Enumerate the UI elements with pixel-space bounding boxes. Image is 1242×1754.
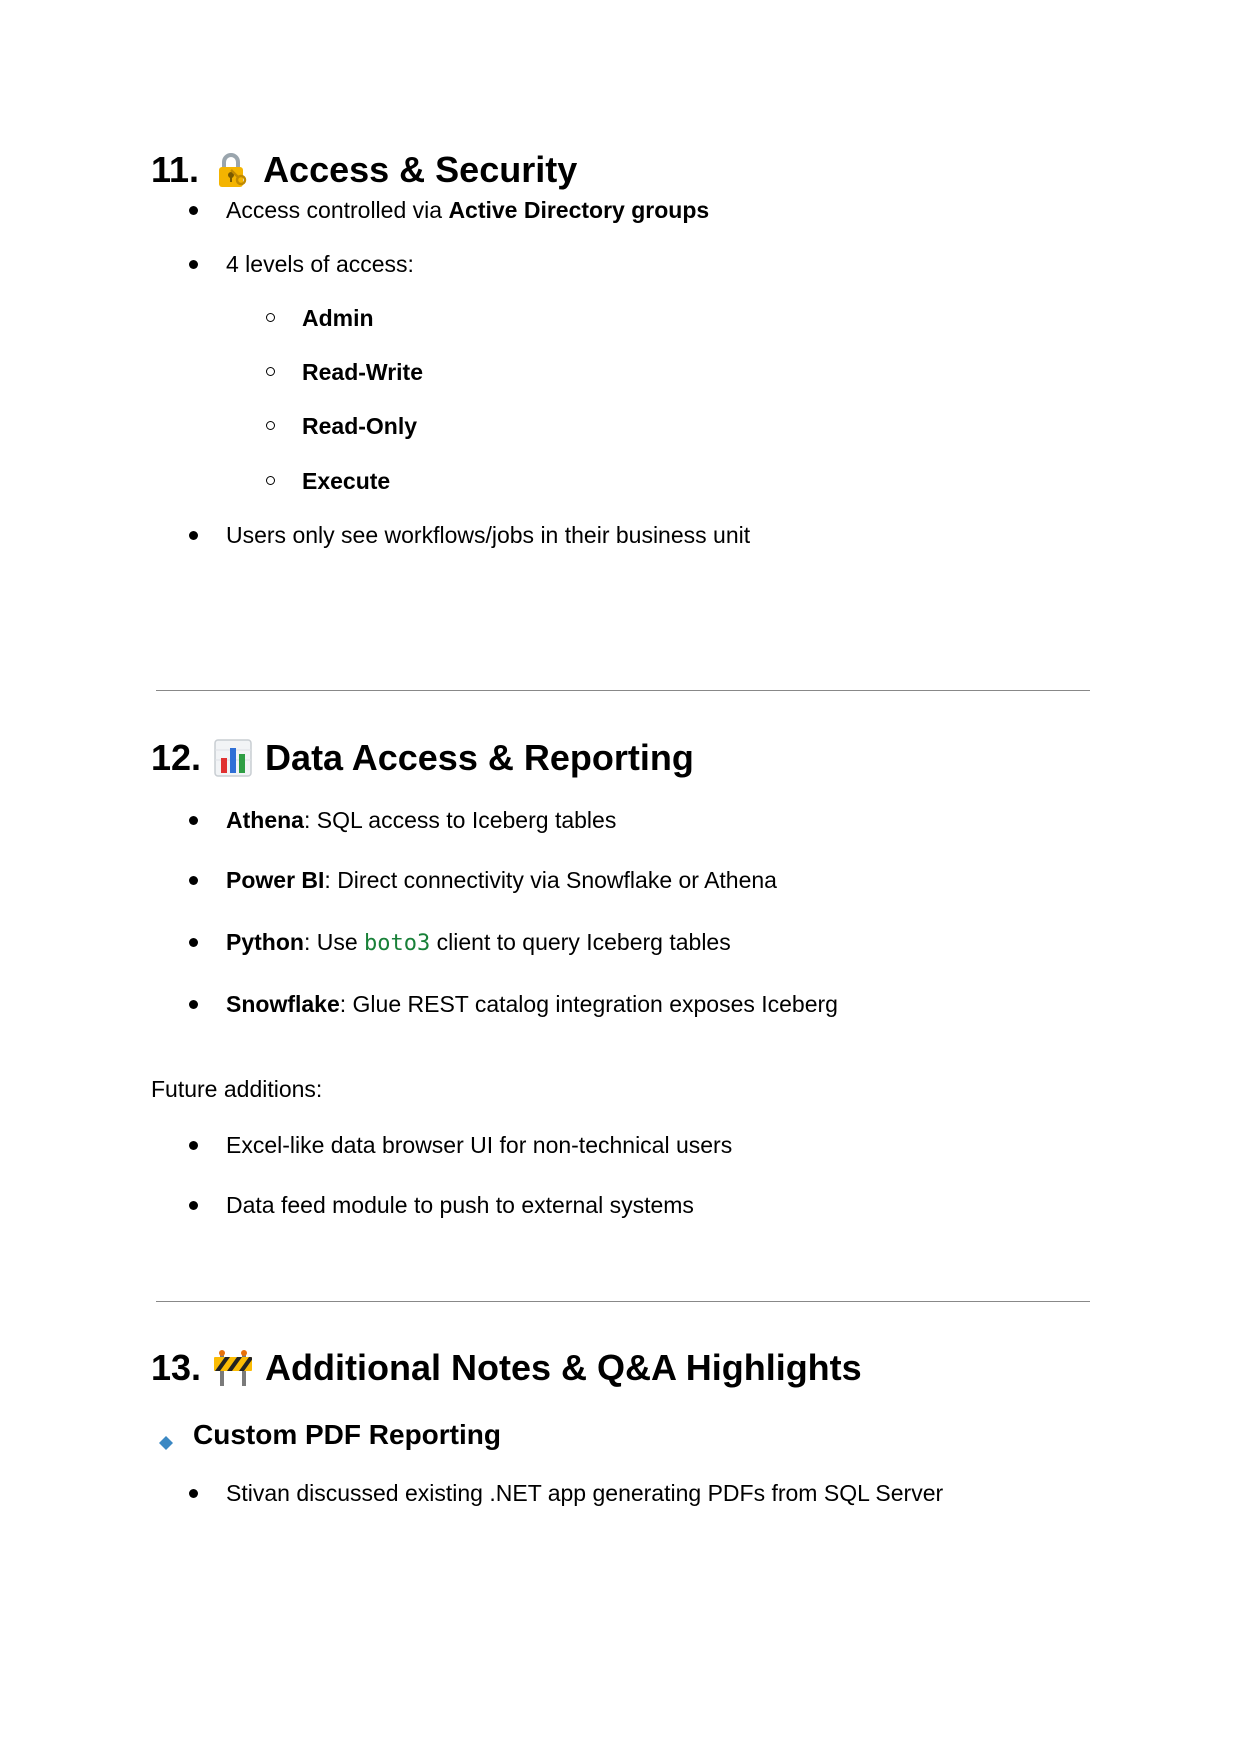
- list-item-bold: Python: [226, 929, 304, 955]
- list-item-bold: Active Directory groups: [448, 197, 710, 223]
- list-item: Access controlled via Active Directory g…: [188, 195, 710, 225]
- section-title: Data Access & Reporting: [265, 737, 694, 778]
- small-blue-diamond-icon: [157, 1426, 175, 1450]
- locked-with-key-icon: [211, 150, 251, 190]
- list-item-text: 4 levels of access:: [226, 251, 414, 277]
- list-item-bold: Power BI: [226, 867, 325, 893]
- horizontal-rule: [156, 1301, 1090, 1302]
- list-item: Data feed module to push to external sys…: [189, 1190, 694, 1220]
- section-title: Access & Security: [263, 149, 578, 190]
- list-item-text: : Glue REST catalog integration exposes …: [339, 991, 838, 1017]
- list-item-text: : SQL access to Iceberg tables: [303, 807, 617, 833]
- sub-list-item: Read-Only: [265, 411, 418, 441]
- list-item: Stivan discussed existing .NET app gener…: [188, 1478, 944, 1508]
- list-item: Power BI: Direct connectivity via Snowfl…: [189, 865, 777, 895]
- access-level-read-write: Read-Write: [302, 359, 423, 385]
- list-item: Snowflake: Glue REST catalog integration…: [189, 989, 838, 1019]
- section-number: 12.: [151, 737, 202, 778]
- section-number: 13.: [151, 1347, 202, 1388]
- list-item: Python: Use boto3 client to query Iceber…: [189, 927, 731, 959]
- access-level-read-only: Read-Only: [302, 413, 418, 439]
- list-item-bold: Athena: [226, 807, 304, 833]
- list-item-text: Excel-like data browser UI for non-techn…: [226, 1132, 733, 1158]
- list-item-text: : Use: [303, 929, 365, 955]
- sub-list-item: Execute: [265, 466, 391, 496]
- section-number: 11.: [151, 149, 200, 190]
- document-page: 11. Access & Security Access controlled …: [0, 0, 1242, 1754]
- list-item-bold: Snowflake: [226, 991, 340, 1017]
- list-item: Athena: SQL access to Iceberg tables: [188, 805, 617, 835]
- subheading-text: Custom PDF Reporting: [193, 1419, 501, 1450]
- access-level-admin: Admin: [302, 305, 374, 331]
- inline-code: boto3: [364, 931, 431, 956]
- paragraph-future-additions: Future additions:: [151, 1076, 323, 1102]
- section-heading-data-access-reporting: 12. Data Access & Reporting: [151, 736, 694, 780]
- construction-barrier-icon: [213, 1348, 253, 1388]
- subheading-custom-pdf-reporting: Custom PDF Reporting: [157, 1418, 501, 1452]
- section-heading-additional-notes: 13. Additional Notes & Q&A Highlights: [151, 1346, 862, 1390]
- horizontal-rule: [156, 690, 1090, 691]
- list-item-text: Stivan discussed existing .NET app gener…: [226, 1480, 944, 1506]
- section-heading-access-security: 11. Access & Security: [151, 148, 577, 192]
- sub-list-item: Admin: [266, 303, 374, 333]
- list-item: Excel-like data browser UI for non-techn…: [188, 1130, 733, 1160]
- section-title: Additional Notes & Q&A Highlights: [265, 1347, 862, 1388]
- list-item-text: Access controlled via: [226, 197, 449, 223]
- list-item-text: Users only see workflows/jobs in their b…: [226, 522, 751, 548]
- access-level-execute: Execute: [302, 468, 391, 494]
- list-item-text: Data feed module to push to external sys…: [226, 1192, 694, 1218]
- bar-chart-icon: [213, 738, 253, 778]
- list-item: 4 levels of access:: [189, 249, 414, 279]
- list-item-text: client to query Iceberg tables: [430, 929, 731, 955]
- list-item-text: : Direct connectivity via Snowflake or A…: [324, 867, 777, 893]
- list-item: Users only see workflows/jobs in their b…: [188, 520, 751, 550]
- sub-list-item: Read-Write: [266, 357, 423, 387]
